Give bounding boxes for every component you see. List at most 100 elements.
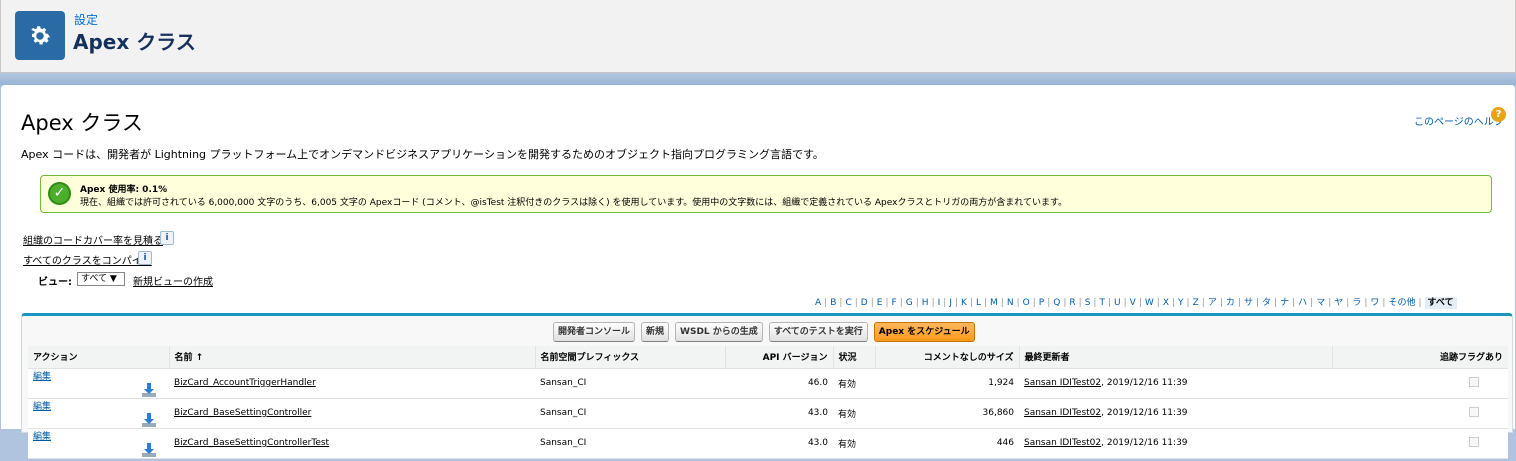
edit-link[interactable]: 編集 [33, 402, 51, 412]
info-icon[interactable]: i [138, 251, 152, 265]
alpha-filter-item[interactable]: ワ [1370, 298, 1379, 308]
alpha-separator: | [1186, 298, 1190, 308]
alpha-filter-item[interactable]: ナ [1280, 298, 1289, 308]
alpha-filter-item[interactable]: S [1085, 298, 1091, 308]
col-status[interactable]: 状況 [833, 346, 876, 369]
alpha-filter-item[interactable]: D [861, 298, 868, 308]
alpha-filter-item[interactable]: U [1114, 298, 1121, 308]
namespace-cell: Sansan_CI [535, 398, 725, 429]
view-select[interactable]: すべて ▼ [77, 272, 125, 286]
status-cell: 有効 [833, 398, 875, 429]
new-button[interactable]: 新規 [641, 322, 670, 342]
alpha-filter-item[interactable]: ハ [1298, 298, 1307, 308]
table-header-row: アクション 名前 ↑ 名前空間プレフィックス API バージョン 状況 コメント… [28, 346, 1508, 369]
alpha-filter-item[interactable]: ア [1208, 298, 1217, 308]
alpha-filter-item[interactable]: N [1007, 298, 1014, 308]
table-row: 編集 BizCard_BaseSettingController Sansan_CI… [28, 398, 1508, 429]
run-all-tests-button[interactable]: すべてのテストを実行 [768, 322, 868, 342]
alpha-separator: | [824, 298, 828, 308]
alpha-filter-item[interactable]: Y [1178, 298, 1184, 308]
col-api-version[interactable]: API バージョン [725, 346, 834, 369]
class-name-link[interactable]: BizCard_AccountTriggerHandler [174, 378, 316, 388]
alpha-separator: | [1310, 298, 1314, 308]
success-check-icon: ✓ [48, 182, 71, 205]
alpha-filter-item[interactable]: M [990, 298, 998, 308]
alpha-filter-item[interactable]: F [892, 298, 897, 308]
developer-console-button[interactable]: 開発者コンソール [553, 322, 636, 342]
size-cell: 446 [875, 428, 1019, 459]
status-cell: 有効 [833, 368, 875, 399]
alpha-separator: | [1078, 298, 1082, 308]
alpha-separator: | [1032, 298, 1036, 308]
alpha-separator: | [1138, 298, 1142, 308]
alpha-filter-item[interactable]: J [949, 298, 952, 308]
modified-by-link[interactable]: Sansan IDITest02 [1024, 408, 1101, 418]
alpha-filter-item[interactable]: ラ [1352, 298, 1361, 308]
alpha-filter-item[interactable]: W [1145, 298, 1154, 308]
alpha-separator: | [1093, 298, 1097, 308]
download-icon[interactable] [141, 442, 157, 458]
alpha-separator: | [943, 298, 947, 308]
download-icon[interactable] [141, 412, 157, 428]
alpha-separator: | [1016, 298, 1020, 308]
modified-by-link[interactable]: Sansan IDITest02 [1024, 378, 1101, 388]
compile-all-link[interactable]: すべてのクラスをコンパイル [23, 252, 152, 267]
size-cell: 36,860 [875, 398, 1019, 429]
class-name-link[interactable]: BizCard_BaseSettingController [174, 408, 311, 418]
alpha-filter-item[interactable]: I [938, 298, 941, 308]
alpha-filter-item[interactable]: Q [1053, 298, 1060, 308]
button-bar: 開発者コンソール 新規 WSDL からの生成 すべてのテストを実行 Apex を… [553, 322, 975, 342]
alpha-filter-item[interactable]: O [1023, 298, 1030, 308]
alpha-filter-item[interactable]: V [1130, 298, 1136, 308]
alpha-filter-item[interactable]: C [845, 298, 851, 308]
alpha-filter-item[interactable]: H [922, 298, 929, 308]
col-size[interactable]: コメントなしのサイズ [875, 346, 1020, 369]
edit-link[interactable]: 編集 [33, 432, 51, 442]
download-icon[interactable] [141, 382, 157, 398]
alpha-filter-item[interactable]: マ [1316, 298, 1325, 308]
info-icon[interactable]: i [160, 231, 174, 245]
alpha-filter-item[interactable]: R [1069, 298, 1075, 308]
alpha-separator: | [1346, 298, 1350, 308]
page-description: Apex コードは、開発者が Lightning プラットフォーム上でオンデマン… [21, 148, 824, 161]
modified-by-link[interactable]: Sansan IDITest02 [1024, 438, 1101, 448]
alpha-filter-item[interactable]: ヤ [1334, 298, 1343, 308]
action-cell: 編集 [28, 398, 169, 429]
alpha-filter-item[interactable]: X [1163, 298, 1169, 308]
new-view-link[interactable]: 新規ビューの作成 [133, 273, 213, 288]
alpha-filter-item[interactable]: P [1039, 298, 1044, 308]
col-namespace[interactable]: 名前空間プレフィックス [535, 346, 726, 369]
col-last-modified[interactable]: 最終更新者 [1019, 346, 1333, 369]
alpha-separator: | [954, 298, 959, 308]
alpha-separator: | [870, 298, 874, 308]
section-title: Apex クラス [21, 111, 143, 135]
alpha-filter-item[interactable]: T [1099, 298, 1105, 308]
name-cell: BizCard_BaseSettingControllerTest [169, 428, 535, 459]
help-icon[interactable]: ? [1491, 107, 1506, 122]
generate-from-wsdl-button[interactable]: WSDL からの生成 [675, 322, 763, 342]
alpha-filter-item[interactable]: B [830, 298, 836, 308]
alpha-filter-item[interactable]: Z [1193, 298, 1199, 308]
alpha-filter-item[interactable]: K [961, 298, 967, 308]
alpha-separator: | [969, 298, 973, 308]
name-cell: BizCard_AccountTriggerHandler [169, 368, 535, 399]
alpha-filter-item[interactable]: G [906, 298, 913, 308]
col-trace-flags[interactable]: 追跡フラグあり [1332, 346, 1508, 369]
alphabet-filter: A | B | C | D | E | F | G | H | I | J | K | L | M | N | O | P | Q | R | S | T |… [815, 295, 1457, 309]
edit-link[interactable]: 編集 [33, 372, 51, 382]
trace-flag-cell [1332, 398, 1508, 429]
apex-class-table: アクション 名前 ↑ 名前空間プレフィックス API バージョン 状況 コメント… [28, 346, 1508, 459]
alpha-filter-item[interactable]: A [815, 298, 821, 308]
col-name[interactable]: 名前 ↑ [169, 346, 536, 369]
trace-flag-checkbox [1469, 376, 1479, 387]
alpha-filter-item[interactable]: サ [1244, 298, 1253, 308]
alpha-filter-all[interactable]: すべて [1424, 297, 1457, 309]
coverage-link[interactable]: 組織のコードカバー率を見積る [23, 232, 163, 247]
alpha-filter-item[interactable]: タ [1262, 298, 1271, 308]
alpha-filter-item[interactable]: その他 [1388, 298, 1415, 308]
schedule-apex-button[interactable]: Apex をスケジュール [873, 322, 975, 342]
alpha-filter-item[interactable]: カ [1226, 298, 1235, 308]
alpha-filter-item[interactable]: E [877, 298, 883, 308]
class-name-link[interactable]: BizCard_BaseSettingControllerTest [174, 438, 329, 448]
alpha-filter-item[interactable]: L [976, 298, 981, 308]
